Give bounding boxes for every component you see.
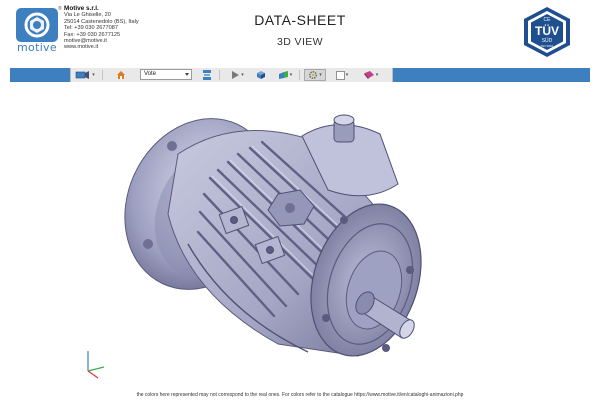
home-button[interactable]: [115, 69, 127, 81]
chevron-down-icon: ▾: [241, 72, 244, 78]
chevron-down-icon: ▾: [345, 72, 349, 78]
toolbar-divider: [219, 70, 220, 80]
company-info: Motive s.r.l. Via Le Ghiselle, 20 25014 …: [64, 5, 184, 51]
chevron-down-icon: ▾: [289, 72, 293, 78]
viewer-toolbar: ▾ Vote ▾ ▾ ▾ ▾ ▾: [10, 68, 590, 82]
explode-button[interactable]: [201, 69, 213, 81]
settings-button[interactable]: ▾: [304, 69, 326, 81]
view-select-value: Vote: [144, 71, 157, 77]
chevron-down-icon: ▾: [375, 72, 379, 78]
measure-icon: [363, 71, 374, 79]
chevron-down-icon: [185, 73, 189, 76]
axes-triad-icon: [87, 351, 105, 379]
chevron-down-icon: ▾: [92, 72, 95, 78]
shaded-view-button[interactable]: [255, 69, 267, 81]
home-icon: [117, 71, 125, 79]
toolbar-divider: [102, 70, 103, 80]
page-subtitle: 3D VIEW: [277, 36, 323, 48]
tuv-top-text: CE: [544, 17, 552, 23]
section-view-button[interactable]: ▾: [275, 69, 295, 81]
motive-logo[interactable]: motive: [16, 8, 58, 54]
motor-3d-model[interactable]: [118, 94, 424, 372]
registered-mark: ®: [58, 6, 62, 12]
toolbar-divider: [299, 70, 300, 80]
animation-play-button[interactable]: ▾: [227, 69, 247, 81]
background-toggle-button[interactable]: ▾: [332, 69, 352, 81]
company-website[interactable]: www.motive.it: [64, 44, 184, 50]
tuv-sub: SÜD: [542, 37, 553, 44]
camera-icon: [75, 71, 90, 79]
chevron-down-icon: ▾: [319, 72, 322, 78]
play-icon: [232, 71, 240, 79]
logo-icon: [16, 8, 58, 42]
cube-icon: [257, 71, 265, 79]
checkbox-icon: [335, 70, 345, 80]
toolbar-panel: ▾ Vote ▾ ▾ ▾ ▾ ▾: [70, 68, 393, 82]
page-title: DATA-SHEET: [254, 12, 346, 28]
color-disclaimer: the colors here represented may not corr…: [136, 392, 464, 398]
section-icon: [278, 71, 288, 79]
tuv-brand: TÜV: [535, 23, 559, 38]
tuv-tiny: ISO 9001: [541, 44, 554, 48]
header: motive ® Motive s.r.l. Via Le Ghiselle, …: [0, 0, 600, 66]
3d-viewer-canvas[interactable]: [0, 82, 600, 392]
tuv-certification-badge: CE TÜV SÜD ISO 9001: [521, 6, 573, 58]
measure-button[interactable]: ▾: [360, 69, 382, 81]
camera-view-button[interactable]: ▾: [74, 69, 96, 81]
explode-icon: [203, 70, 211, 80]
logo-text: motive: [17, 41, 57, 54]
settings-icon: [309, 70, 318, 80]
view-select[interactable]: Vote: [140, 69, 192, 80]
